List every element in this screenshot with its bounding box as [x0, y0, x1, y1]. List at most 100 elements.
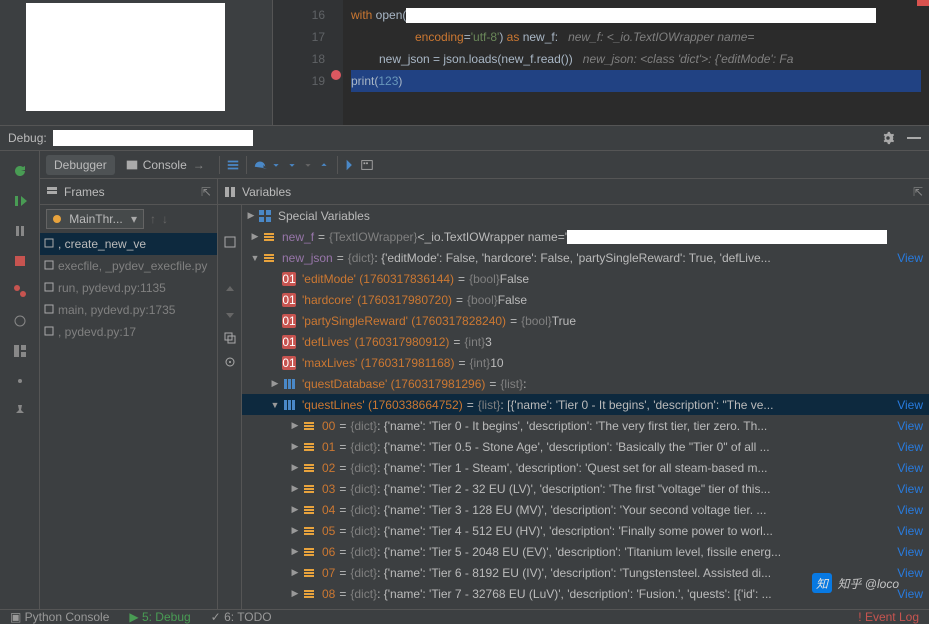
variables-label: Variables [242, 185, 291, 199]
view-link[interactable]: View [897, 251, 923, 265]
view-link[interactable]: View [897, 440, 923, 454]
stack-frame[interactable]: run, pydevd.py:1135 [40, 277, 217, 299]
step-into-my-icon[interactable] [285, 158, 299, 172]
view-breakpoints-icon[interactable] [12, 283, 28, 299]
view-link[interactable]: View [897, 503, 923, 517]
svg-text:01: 01 [282, 335, 296, 349]
threads-icon[interactable] [226, 158, 240, 172]
tab-console[interactable]: Console→ [117, 155, 213, 175]
step-out-icon[interactable] [317, 158, 331, 172]
thread-selector[interactable]: MainThr...▾ ↑↓ [40, 205, 217, 233]
debug-header: Debug: [0, 125, 929, 151]
special-vars-label: Special Variables [278, 209, 370, 223]
tab-debugger[interactable]: Debugger [46, 155, 115, 175]
code-editor[interactable]: 16 17 18 19 with open( encoding='utf-8')… [273, 0, 929, 125]
todo-tab[interactable]: ✓ 6: TODO [211, 610, 272, 624]
variable-row[interactable]: ▶02 = {dict} : {'name': 'Tier 1 - Steam'… [242, 457, 929, 478]
frames-icon [46, 186, 58, 198]
python-console-tab[interactable]: ▣ Python Console [10, 610, 109, 624]
force-step-icon[interactable] [301, 158, 315, 172]
variable-row[interactable]: ▶00 = {dict} : {'name': 'Tier 0 - It beg… [242, 415, 929, 436]
minimize-icon[interactable] [907, 137, 921, 139]
gutter: 16 17 18 19 [273, 0, 343, 125]
variable-row[interactable]: 01'maxLives' (1760317981168) = {int} 10 [242, 352, 929, 373]
view-link[interactable]: View [897, 419, 923, 433]
restore-icon[interactable]: ⇱ [201, 185, 211, 199]
stack-frame[interactable]: , pydevd.py:17 [40, 321, 217, 343]
variable-row[interactable]: 01'defLives' (1760317980912) = {int} 3 [242, 331, 929, 352]
variable-row[interactable]: ▶06 = {dict} : {'name': 'Tier 5 - 2048 E… [242, 541, 929, 562]
special-variables[interactable]: ▶ Special Variables [242, 205, 929, 226]
view-link[interactable]: View [897, 398, 923, 412]
down-icon[interactable] [223, 307, 237, 321]
status-bar: ▣ Python Console ▶ 5: Debug ✓ 6: TODO ! … [0, 609, 929, 623]
view-link[interactable]: View [897, 482, 923, 496]
view-link[interactable]: View [897, 566, 923, 580]
frames-panel: MainThr...▾ ↑↓ , create_new_veexecfile, … [40, 205, 218, 609]
variable-row[interactable]: ▶new_f = {TextIOWrapper} <_io.TextIOWrap… [242, 226, 929, 247]
svg-text:01: 01 [282, 272, 296, 286]
variable-row[interactable]: ▶01 = {dict} : {'name': 'Tier 0.5 - Ston… [242, 436, 929, 457]
step-over-icon[interactable] [253, 158, 267, 172]
variables-header: Variables ⇱ [218, 179, 929, 204]
view-link[interactable]: View [897, 545, 923, 559]
view-link[interactable]: View [897, 587, 923, 601]
view-link[interactable]: View [897, 524, 923, 538]
frames-header: Frames ⇱ [40, 179, 218, 204]
pause-icon[interactable] [12, 223, 28, 239]
console-icon [125, 158, 139, 172]
debug-left-strip [0, 151, 40, 609]
debug-label: Debug: [8, 131, 47, 145]
copy-icon[interactable] [223, 331, 237, 345]
svg-text:01: 01 [282, 293, 296, 307]
variable-row[interactable]: ▶04 = {dict} : {'name': 'Tier 3 - 128 EU… [242, 499, 929, 520]
up-icon[interactable] [223, 283, 237, 297]
stop-icon[interactable] [12, 253, 28, 269]
line-num: 17 [273, 26, 325, 48]
event-log-tab[interactable]: ! Event Log [858, 610, 919, 624]
line-num: 19 [273, 70, 325, 92]
step-into-icon[interactable] [269, 158, 283, 172]
stack-frame[interactable]: , create_new_ve [40, 233, 217, 255]
group-icon [258, 209, 272, 223]
resume-icon[interactable] [12, 193, 28, 209]
variables-panel[interactable]: ▶ Special Variables ▶new_f = {TextIOWrap… [242, 205, 929, 609]
variable-row[interactable]: 01'partySingleReward' (1760317828240) = … [242, 310, 929, 331]
rerun-icon[interactable] [12, 163, 28, 179]
line-num: 16 [273, 4, 325, 26]
gear-icon[interactable] [881, 131, 895, 145]
error-stripe[interactable] [917, 0, 929, 6]
layout-icon[interactable] [12, 343, 28, 359]
evaluate-icon[interactable] [360, 158, 374, 172]
run-to-cursor-icon[interactable] [344, 158, 358, 172]
frames-label: Frames [64, 185, 105, 199]
variable-row[interactable]: 01'editMode' (1760317836144) = {bool} Fa… [242, 268, 929, 289]
stack-frame[interactable]: main, pydevd.py:1735 [40, 299, 217, 321]
new-watch-icon[interactable] [223, 235, 237, 249]
add-watch-icon[interactable] [223, 211, 237, 225]
svg-text:01: 01 [282, 356, 296, 370]
variable-row[interactable]: ▼new_json = {dict} : {'editMode': False,… [242, 247, 929, 268]
debug-toolbar: Debugger Console→ [40, 151, 929, 179]
variable-row[interactable]: ▶03 = {dict} : {'name': 'Tier 2 - 32 EU … [242, 478, 929, 499]
mute-breakpoints-icon[interactable] [12, 313, 28, 329]
variable-row[interactable]: ▼'questLines' (1760338664752) = {list} :… [242, 394, 929, 415]
breakpoint-icon[interactable] [331, 70, 341, 80]
settings-icon[interactable] [12, 373, 28, 389]
variable-row[interactable]: ▶05 = {dict} : {'name': 'Tier 4 - 512 EU… [242, 520, 929, 541]
code-content[interactable]: with open( encoding='utf-8') as new_f: n… [343, 0, 929, 125]
redacted-area [26, 3, 225, 111]
stack-frame[interactable]: execfile, _pydev_execfile.py [40, 255, 217, 277]
view-link[interactable]: View [897, 461, 923, 475]
restore-icon[interactable]: ⇱ [913, 185, 923, 199]
svg-text:知: 知 [816, 577, 830, 591]
variable-row[interactable]: ▶'questDatabase' (1760317981296) = {list… [242, 373, 929, 394]
watches-icon[interactable] [223, 355, 237, 369]
variables-icon [224, 186, 236, 198]
pin-icon[interactable] [12, 403, 28, 419]
watermark: 知 知乎 @loco [812, 572, 899, 593]
redacted-config [53, 130, 253, 146]
variable-row[interactable]: 01'hardcore' (1760317980720) = {bool} Fa… [242, 289, 929, 310]
remove-watch-icon[interactable] [223, 259, 237, 273]
debug-tab[interactable]: ▶ 5: Debug [129, 610, 190, 624]
